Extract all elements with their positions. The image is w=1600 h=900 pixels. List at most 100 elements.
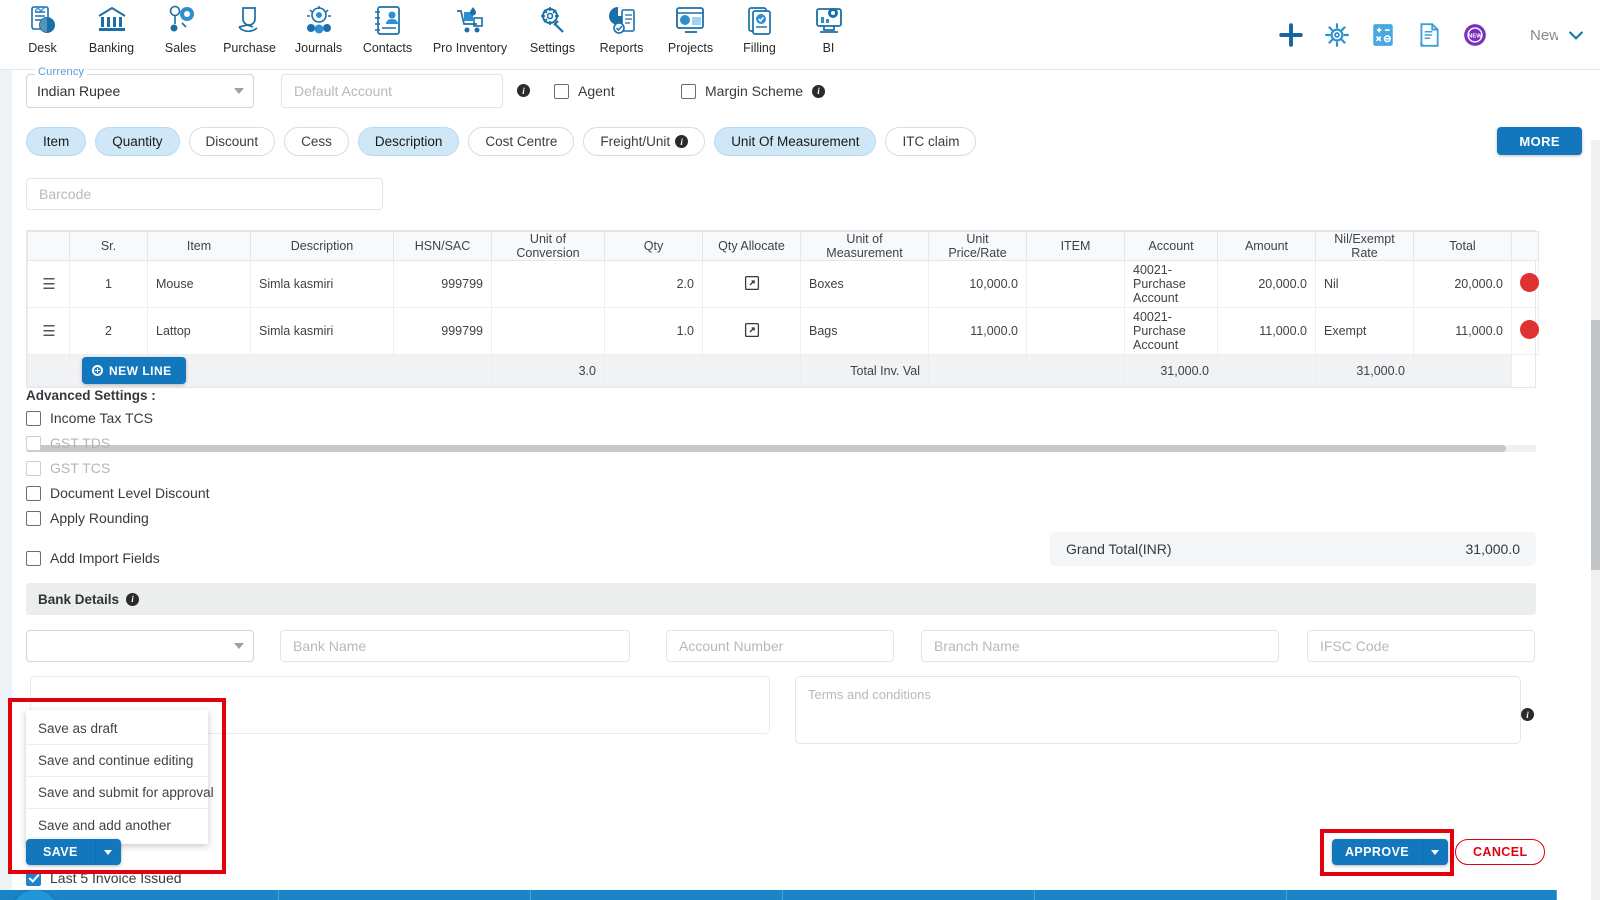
table-row[interactable]: ☰ 1 Mouse Simla kasmiri 999799 2.0 Boxes [27,260,1539,308]
nav-item-purchase[interactable]: Purchase [215,0,284,55]
chip-unit-of-measurement[interactable]: Unit Of Measurement [714,127,877,156]
chip-freight-per-unit[interactable]: Freight/Unit i [583,127,706,156]
col-unit-price-rate[interactable]: Unit Price/Rate [928,231,1027,261]
cell-qty-allocate[interactable] [702,307,801,355]
cell-qty[interactable]: 1.0 [604,307,703,355]
external-link-icon[interactable] [744,275,760,291]
col-unit-of-conversion[interactable]: Unit of Conversion [491,231,605,261]
cell-unit-conversion[interactable] [491,307,605,355]
nav-item-reports[interactable]: Reports [587,0,656,55]
col-nil-exempt-rate[interactable]: Nil/Exempt Rate [1315,231,1414,261]
apply-rounding-checkbox[interactable] [26,510,41,526]
branch-name-field[interactable] [921,630,1279,662]
nav-item-banking[interactable]: Banking [77,0,146,55]
bank-name-input[interactable] [280,630,630,662]
cell-unit-conversion[interactable] [491,260,605,308]
cell-item2[interactable] [1026,307,1125,355]
approve-dropdown-toggle[interactable] [1421,839,1448,865]
bank-account-select-wrap[interactable] [26,630,254,662]
currency-select[interactable]: Currency Indian Rupee [26,66,254,108]
calculator-icon[interactable] [1370,22,1396,48]
income-tax-tcs-checkbox[interactable] [26,410,41,426]
ifsc-code-field[interactable] [1307,630,1535,662]
nav-item-contacts[interactable]: Contacts [353,0,422,55]
approve-button[interactable]: APPROVE [1332,839,1422,865]
terms-info-icon[interactable]: i [1521,708,1534,721]
user-menu[interactable]: New [1530,25,1586,45]
currency-field[interactable]: Currency Indian Rupee [26,66,254,108]
cell-hsn[interactable]: 999799 [393,260,492,308]
col-amount[interactable]: Amount [1217,231,1316,261]
nav-item-bi[interactable]: BI [794,0,863,55]
gear-icon[interactable] [1324,22,1350,48]
col-qty[interactable]: Qty [604,231,703,261]
col-total[interactable]: Total [1413,231,1512,261]
cell-item[interactable]: Mouse [147,260,251,308]
add-import-fields-checkbox[interactable] [26,550,41,566]
branch-name-input[interactable] [921,630,1279,662]
chip-quantity[interactable]: Quantity [95,127,180,156]
default-account-info-icon[interactable]: i [517,84,530,97]
new-line-button[interactable]: NEW LINE [82,357,186,384]
cell-qty[interactable]: 2.0 [604,260,703,308]
cell-hsn[interactable]: 999799 [393,307,492,355]
nav-item-filling[interactable]: Filling [725,0,794,55]
agent-checkbox-row[interactable]: Agent [554,83,615,99]
nav-item-settings[interactable]: Settings [518,0,587,55]
account-number-field[interactable] [666,630,894,662]
cell-item2[interactable] [1026,260,1125,308]
col-account[interactable]: Account [1124,231,1218,261]
margin-scheme-checkbox-row[interactable]: Margin Scheme i [681,83,826,99]
margin-scheme-checkbox[interactable] [681,83,696,99]
cell-qty-allocate[interactable] [702,260,801,308]
nav-item-desk[interactable]: Desk [8,0,77,55]
col-item[interactable]: Item [147,231,251,261]
external-link-icon[interactable] [744,322,760,338]
cell-uom[interactable]: Bags [800,307,929,355]
account-number-input[interactable] [666,630,894,662]
advanced-option-income-tax-tcs[interactable]: Income Tax TCS [26,410,446,426]
new-badge-icon[interactable]: NEW [1462,22,1488,48]
table-row[interactable]: ☰ 2 Lattop Simla kasmiri 999799 1.0 Bags [27,307,1539,355]
page-scrollbar[interactable] [1591,140,1600,900]
row-drag-handle[interactable]: ☰ [27,307,70,355]
bank-details-info-icon[interactable]: i [126,592,140,606]
col-item2[interactable]: ITEM [1026,231,1125,261]
nav-item-pro-inventory[interactable]: Pro Inventory [422,0,518,55]
col-description[interactable]: Description [250,231,394,261]
chip-discount[interactable]: Discount [188,127,276,156]
terms-and-conditions-textarea[interactable] [795,676,1521,744]
cell-nil-exempt[interactable]: Nil [1315,260,1414,308]
add-import-fields-row[interactable]: Add Import Fields [26,550,446,566]
barcode-input[interactable] [26,178,383,210]
cell-account[interactable]: 40021-Purchase Account [1124,307,1218,355]
chip-cess[interactable]: Cess [284,127,349,156]
agent-checkbox[interactable] [554,83,569,99]
cell-item[interactable]: Lattop [147,307,251,355]
chip-itc-claim[interactable]: ITC claim [885,127,977,156]
chip-description[interactable]: Description [357,127,460,156]
barcode-field[interactable] [26,178,383,210]
chip-item[interactable]: Item [26,127,87,156]
cell-delete[interactable] [1511,307,1539,355]
default-account-input[interactable] [281,74,503,108]
cell-nil-exempt[interactable]: Exempt [1315,307,1414,355]
advanced-option-document-level-discount[interactable]: Document Level Discount [26,485,446,501]
cancel-button[interactable]: CANCEL [1455,839,1546,865]
cell-description[interactable]: Simla kasmiri [250,307,394,355]
plus-icon[interactable] [1278,22,1304,48]
advanced-option-apply-rounding[interactable]: Apply Rounding [26,510,446,526]
ifsc-code-input[interactable] [1307,630,1535,662]
more-button[interactable]: MORE [1497,127,1582,155]
document-level-discount-checkbox[interactable] [26,485,41,501]
nav-item-projects[interactable]: Projects [656,0,725,55]
cell-delete[interactable] [1511,260,1539,308]
bank-name-field[interactable] [280,630,630,662]
delete-row-icon[interactable] [1520,320,1539,339]
document-icon[interactable] [1416,22,1442,48]
row-drag-handle[interactable]: ☰ [27,260,70,308]
cell-account[interactable]: 40021-Purchase Account [1124,260,1218,308]
cell-description[interactable]: Simla kasmiri [250,260,394,308]
cell-unit-price[interactable]: 10,000.0 [928,260,1027,308]
nav-item-sales[interactable]: Sales [146,0,215,55]
